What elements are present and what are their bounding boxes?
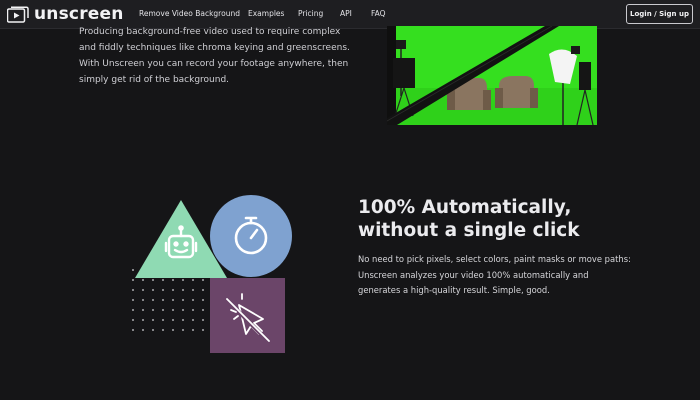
nav-faq[interactable]: FAQ [371, 9, 386, 19]
nav-api[interactable]: API [340, 9, 352, 19]
login-signup-button[interactable]: Login / Sign up [626, 4, 693, 24]
play-window-logo-icon [7, 5, 29, 23]
intro-paragraph: Producing background-free video used to … [79, 27, 350, 85]
feature-description: No need to pick pixels, select colors, p… [358, 254, 631, 295]
nav-remove-video-background[interactable]: Remove Video Background [139, 9, 240, 19]
greenscreen-studio-photo [387, 26, 597, 125]
logo-wordmark: unscreen [34, 4, 124, 24]
nav-pricing[interactable]: Pricing [298, 9, 323, 19]
nav-examples[interactable]: Examples [248, 9, 284, 19]
square-shape [210, 278, 285, 353]
unscreen-logo[interactable]: unscreen [7, 5, 124, 23]
feature-heading-line1: 100% Automatically, [358, 197, 572, 218]
automation-illustration [125, 195, 300, 355]
feature-heading-line2: without a single click [358, 220, 580, 241]
feature-heading: 100% Automatically, without a single cli… [358, 196, 618, 242]
